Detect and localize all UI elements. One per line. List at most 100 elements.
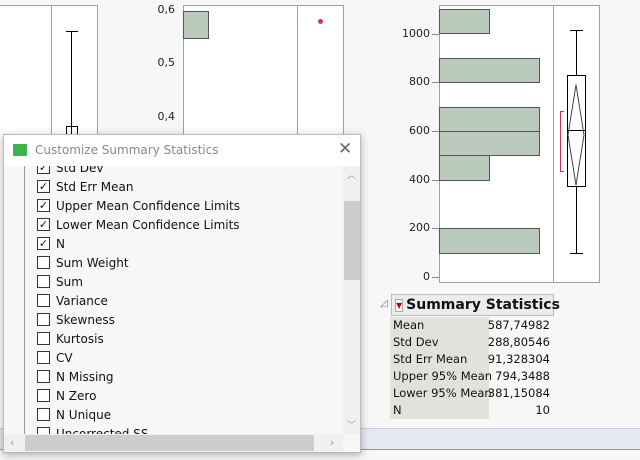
tick-label: 600 [409, 123, 430, 137]
list-item[interactable]: N Missing [37, 367, 114, 386]
item-label: N [56, 236, 65, 251]
histogram-bar [439, 155, 490, 181]
tick-label: 0,4 [157, 110, 176, 123]
stat-value: 381,15084 [487, 386, 550, 400]
tick-label: 0 [423, 270, 430, 283]
stat-value: 587,74982 [487, 318, 550, 332]
list-item[interactable]: Variance [37, 291, 108, 310]
list-item[interactable]: Sum Weight [37, 253, 129, 272]
checkbox[interactable] [37, 313, 50, 326]
summary-row: N 10 [390, 402, 552, 419]
h-scrollbar-thumb[interactable] [25, 435, 314, 451]
item-label: Uncorrected SS [56, 426, 149, 435]
checkbox[interactable]: ✓ [37, 218, 50, 231]
list-item[interactable]: ✓ Std Err Mean [37, 177, 134, 196]
tick-mark [432, 228, 439, 230]
stat-label: Upper 95% Mean [390, 368, 492, 385]
dialog-title-bar: Customize Summary Statistics ✕ [4, 135, 360, 166]
checkbox[interactable]: ✓ [37, 199, 50, 212]
tick-label: 0,6 [157, 3, 176, 16]
histogram-bar [439, 106, 540, 132]
summary-row: Std Dev 288,80546 [390, 334, 552, 351]
diamond-shape [567, 84, 585, 186]
list-item[interactable]: CV [37, 348, 73, 367]
red-triangle-menu-icon[interactable]: ▼ [395, 298, 404, 312]
scrollbar-thumb[interactable] [344, 201, 360, 280]
horizontal-scrollbar[interactable]: ‹ › [4, 434, 343, 452]
item-label: Sum [56, 274, 83, 289]
tick-label: 1000 [402, 26, 430, 40]
checkbox[interactable] [37, 294, 50, 307]
checkbox[interactable] [37, 370, 50, 383]
summary-title: Summary Statistics [406, 297, 560, 313]
checkbox[interactable] [37, 408, 50, 421]
stat-label: Lower 95% Mean [390, 385, 492, 402]
list-item[interactable]: Sum [37, 272, 83, 291]
checkbox[interactable] [37, 332, 50, 345]
checkbox[interactable] [37, 427, 50, 434]
histogram-bar [439, 228, 540, 254]
outlier-point [318, 19, 323, 24]
summary-statistics-header[interactable]: ▼ Summary Statistics [391, 294, 560, 316]
checkbox[interactable]: ✓ [37, 180, 50, 193]
item-label: Upper Mean Confidence Limits [56, 198, 240, 213]
tick-mark [432, 33, 439, 35]
stat-value: 794,3488 [495, 369, 550, 383]
stat-label: Std Err Mean [390, 351, 489, 368]
item-label: Std Dev [56, 166, 104, 175]
list-item[interactable]: ✓ Upper Mean Confidence Limits [37, 196, 240, 215]
checkbox[interactable]: ✓ [37, 166, 50, 174]
summary-row: Std Err Mean 91,328304 [390, 351, 552, 368]
item-label: CV [56, 350, 73, 365]
summary-row: Upper 95% Mean 794,3488 [390, 368, 552, 385]
tick-label: 800 [409, 75, 430, 89]
stat-value: 10 [535, 403, 550, 417]
histogram-bar [439, 130, 540, 157]
list-item[interactable]: N Unique [37, 405, 111, 424]
list-item[interactable]: Skewness [37, 310, 115, 329]
checkbox[interactable]: ✓ [37, 237, 50, 250]
tick-mark [432, 82, 439, 84]
app-icon [13, 144, 27, 156]
scroll-right-icon[interactable]: › [330, 436, 334, 449]
list-item[interactable]: ✓ N [37, 234, 65, 253]
tick-mark [432, 130, 439, 132]
checkbox[interactable] [37, 389, 50, 402]
item-label: N Missing [56, 369, 114, 384]
stat-label: Mean [390, 317, 489, 334]
item-label: N Unique [56, 407, 112, 422]
tick-mark [432, 277, 439, 278]
tick-label: 400 [409, 172, 430, 186]
stat-label: N [390, 402, 489, 419]
scroll-left-icon[interactable]: ‹ [10, 436, 14, 449]
collapse-triangle-icon[interactable]: ◿ [380, 298, 388, 309]
item-label: Variance [56, 293, 108, 308]
list-item[interactable]: Kurtosis [37, 329, 104, 348]
list-item[interactable]: Uncorrected SS [37, 424, 148, 434]
summary-row: Mean 587,74982 [390, 317, 552, 334]
customize-summary-statistics-dialog: Customize Summary Statistics ✕ ✓ Std Dev ✓… [3, 134, 361, 453]
close-icon[interactable]: ✕ [338, 139, 352, 159]
list-item[interactable]: ✓ Std Dev [37, 166, 103, 177]
checkbox[interactable] [37, 275, 50, 288]
vertical-scrollbar[interactable]: ︿ ﹀ [343, 166, 360, 434]
tick-mark [432, 179, 439, 181]
checkbox[interactable] [37, 351, 50, 364]
item-label: Skewness [56, 312, 115, 327]
stat-value: 288,80546 [487, 335, 550, 349]
whisker-cap [66, 31, 78, 32]
tick-label: 200 [409, 221, 430, 235]
checkbox[interactable] [37, 256, 50, 269]
scroll-down-icon[interactable]: ﹀ [347, 418, 356, 431]
item-label: Sum Weight [56, 255, 129, 270]
tick-label: 0,5 [157, 56, 176, 69]
list-item[interactable]: N Zero [37, 386, 96, 405]
item-label: Std Err Mean [56, 179, 134, 194]
histogram-bar [439, 9, 490, 35]
scroll-up-icon[interactable]: ︿ [347, 168, 356, 181]
item-label: Kurtosis [56, 331, 104, 346]
histogram-bar [183, 11, 209, 39]
list-item[interactable]: ✓ Lower Mean Confidence Limits [37, 215, 240, 234]
statistics-list: ✓ Std Dev ✓ Std Err Mean ✓ Upper Mean Confide… [24, 166, 347, 434]
shortest-half-bracket [560, 111, 564, 172]
